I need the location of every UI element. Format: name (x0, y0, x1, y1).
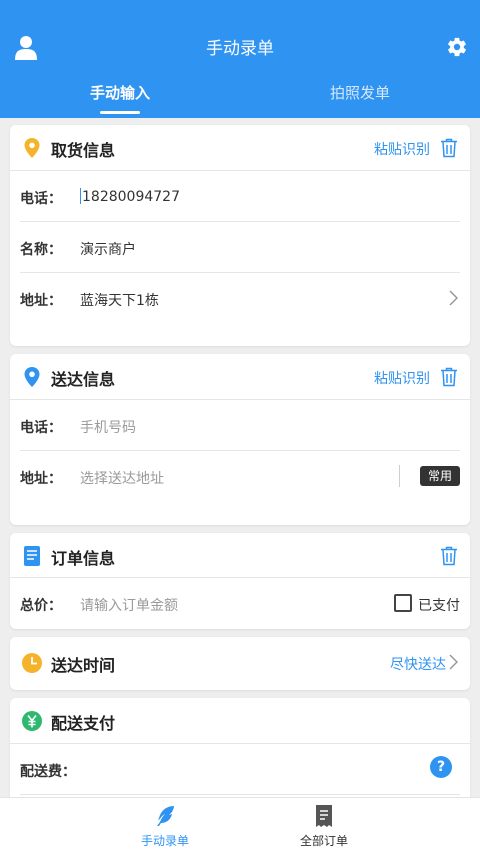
pickup-paste-button[interactable]: 粘贴识别 (374, 139, 430, 159)
pickup-trash-icon[interactable] (440, 138, 458, 158)
order-total-label: 总价： (20, 598, 62, 614)
feather-icon (157, 806, 174, 826)
pickup-name-label: 名称： (20, 242, 62, 258)
pickup-phone-input[interactable]: 18280094727 (80, 188, 180, 205)
pickup-phone-label: 电话： (20, 191, 62, 207)
delivery-trash-icon[interactable] (440, 367, 458, 387)
payment-card-title: 配送支付 (51, 714, 116, 733)
delivery-time-value[interactable]: 尽快送达 (390, 654, 446, 674)
page-title: 手动录单 (206, 39, 274, 59)
order-total-input[interactable]: 请输入订单金额 (80, 595, 178, 615)
delivery-address-row[interactable]: 地址： 选择送达地址 常用 (20, 451, 460, 502)
chevron-right-icon (449, 654, 458, 670)
document-icon (24, 546, 40, 566)
delivery-pin-icon (24, 367, 40, 387)
delivery-paste-button[interactable]: 粘贴识别 (374, 368, 430, 388)
time-card-header[interactable]: 送达时间 尽快送达 (10, 637, 470, 690)
paid-checkbox[interactable] (394, 594, 412, 612)
delivery-time-card[interactable]: 送达时间 尽快送达 (10, 637, 470, 690)
delivery-fee-label: 配送费： (20, 764, 76, 780)
yuan-icon (22, 711, 42, 731)
app-header: 手动录单 手动输入 拍照发单 (0, 0, 480, 118)
time-card-title: 送达时间 (51, 656, 116, 675)
delivery-fee-row[interactable]: 配送费： ? (20, 744, 460, 795)
pickup-address-label: 地址： (20, 293, 62, 309)
pickup-address-row[interactable]: 地址： 蓝海天下1栋 (20, 273, 460, 324)
chevron-right-icon (449, 290, 458, 306)
delivery-address-label: 地址： (20, 471, 62, 487)
nav-all-orders-label: 全部订单 (299, 834, 348, 848)
active-tab-indicator (100, 111, 140, 114)
order-info-card: 订单信息 总价： 请输入订单金额 已支付 (10, 533, 470, 629)
pickup-name-input[interactable]: 演示商户 (80, 239, 136, 259)
gear-icon[interactable] (446, 36, 468, 58)
delivery-address-input[interactable]: 选择送达地址 (80, 468, 164, 488)
order-trash-icon[interactable] (440, 546, 458, 566)
pickup-card-header: 取货信息 粘贴识别 (10, 125, 470, 171)
pickup-info-card: 取货信息 粘贴识别 电话： 18280094727 名称： 演示商户 地址： 蓝… (10, 125, 470, 346)
pickup-phone-value: 18280094727 (82, 189, 180, 205)
pickup-name-row[interactable]: 名称： 演示商户 (20, 222, 460, 273)
order-card-header: 订单信息 (10, 533, 470, 578)
pickup-card-title: 取货信息 (51, 141, 116, 160)
order-total-row[interactable]: 总价： 请输入订单金额 已支付 (20, 578, 460, 629)
delivery-payment-card: 配送支付 配送费： ? (10, 698, 470, 808)
payment-card-header: 配送支付 (10, 698, 470, 744)
delivery-phone-input[interactable]: 手机号码 (80, 417, 136, 437)
help-icon[interactable]: ? (430, 756, 452, 778)
delivery-phone-label: 电话： (20, 420, 62, 436)
tab-manual-input[interactable]: 手动输入 (0, 82, 240, 103)
paid-label[interactable]: 已支付 (418, 595, 460, 615)
delivery-card-header: 送达信息 粘贴识别 (10, 354, 470, 400)
clock-icon (22, 653, 42, 673)
pickup-pin-icon (24, 138, 40, 158)
divider (399, 465, 400, 487)
orders-doc-icon (316, 805, 332, 827)
delivery-info-card: 送达信息 粘贴识别 电话： 手机号码 地址： 选择送达地址 常用 (10, 354, 470, 525)
tab-photo-order[interactable]: 拍照发单 (240, 82, 480, 103)
delivery-card-title: 送达信息 (51, 370, 116, 389)
bottom-navigation: 手动录单 全部订单 (0, 797, 480, 853)
delivery-phone-row[interactable]: 电话： 手机号码 (20, 400, 460, 451)
pickup-address-value[interactable]: 蓝海天下1栋 (80, 290, 159, 310)
common-address-button[interactable]: 常用 (419, 466, 460, 486)
order-card-title: 订单信息 (51, 549, 116, 568)
nav-all-orders[interactable]: 全部订单 (204, 798, 444, 853)
pickup-phone-row[interactable]: 电话： 18280094727 (20, 171, 460, 222)
text-caret (80, 188, 81, 204)
